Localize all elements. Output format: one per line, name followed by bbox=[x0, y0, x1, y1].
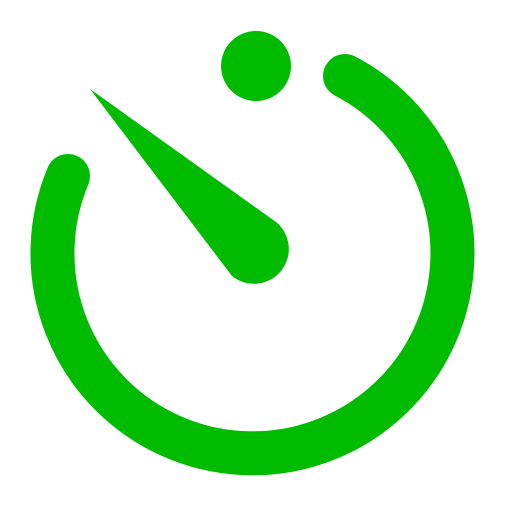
timer-logo bbox=[0, 0, 512, 512]
timer-icon bbox=[30, 31, 475, 476]
timer-needle bbox=[90, 89, 289, 284]
timer-button-dot bbox=[221, 31, 291, 101]
